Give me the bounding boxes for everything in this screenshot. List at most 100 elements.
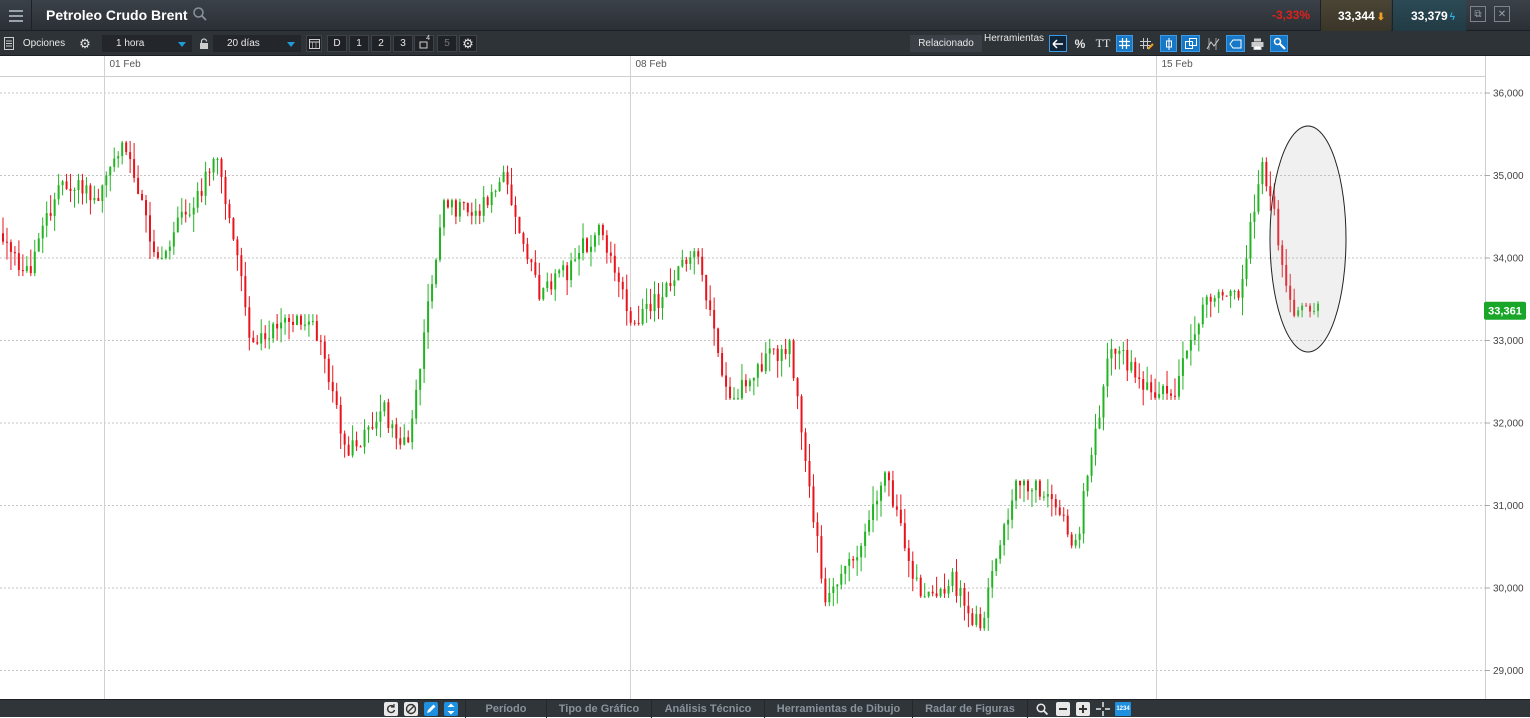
candle-up-body [61,181,64,186]
candle-up-body [180,211,183,218]
candle-down-body [65,181,68,189]
grid-icon[interactable] [1116,35,1133,52]
options-button[interactable]: Opciones [18,35,70,52]
candle-up-body [1257,184,1260,212]
candle-down-body [701,256,704,275]
tab-periodo[interactable]: Período [466,700,547,718]
list-icon[interactable] [3,35,15,52]
candle-down-body [399,438,402,445]
period-d-button[interactable]: D [327,35,347,52]
settings-tools-icon[interactable] [1270,35,1288,52]
candle-up-body [959,588,962,596]
sell-price-button[interactable]: 33,344 ⬇ [1320,0,1391,31]
candle-down-body [1265,161,1268,187]
popout-window-icon[interactable]: ⧉ [1470,6,1486,22]
tab-tipo-de-grafico[interactable]: Tipo de Gráfico [547,700,652,718]
candle-up-body [597,225,600,236]
candle-up-body [383,402,386,412]
candle-up-body [1011,500,1014,520]
candle-up-body [1233,291,1236,292]
candle-up-body [1189,340,1192,351]
related-button[interactable]: Relacionado [910,35,982,52]
period-1-button[interactable]: 1 [349,35,369,52]
candle-up-body [868,519,871,532]
candle-up-body [482,197,485,216]
candle-down-body [248,307,251,338]
candle-up-body [883,472,886,486]
refresh-icon[interactable] [384,702,398,716]
text-tool-button[interactable]: TT [1093,35,1113,52]
candle-up-body [160,258,163,259]
candle-up-body [677,266,680,281]
candle-down-body [1134,362,1137,378]
candle-up-body [109,166,112,176]
scroll-arrows-icon[interactable] [444,702,458,716]
candle-up-body [1217,292,1220,299]
windows-icon[interactable] [1181,35,1200,52]
hamburger-menu-icon[interactable] [0,0,32,31]
candle-up-body [498,182,501,191]
tab-radar-de-figuras[interactable]: Radar de Figuras [913,700,1028,718]
pencil-icon[interactable] [424,702,438,716]
candle-up-body [1094,428,1097,455]
candle-up-body [85,185,88,194]
candle-up-body [661,296,664,308]
candle-down-body [454,200,457,217]
candle-down-body [276,323,279,329]
candle-down-body [979,614,982,629]
period-3-button[interactable]: 3 [393,35,413,52]
crosshair-pencil-icon[interactable] [1137,35,1157,52]
tag-icon[interactable] [1226,35,1245,52]
candle-down-body [1126,350,1129,371]
candle-up-body [117,156,120,159]
tab-herramientas-de-dibujo[interactable]: Herramientas de Dibujo [765,700,913,718]
candle-down-body [760,364,763,372]
candle-up-body [828,593,831,603]
lock-icon[interactable] [197,35,211,52]
zoom-search-icon[interactable] [1035,702,1049,716]
settings-gear-icon[interactable]: ⚙ [459,35,477,52]
candle-up-body [927,591,930,597]
candle-up-body [864,531,867,547]
y-tick-label: 30,000 [1493,584,1524,595]
range-dropdown[interactable]: 20 días [213,35,301,52]
no-entry-icon[interactable] [404,702,418,716]
candle-down-body [407,437,410,443]
candle-up-body [1102,386,1105,418]
candle-up-body [307,321,310,325]
print-icon[interactable] [1248,35,1266,52]
percent-button[interactable]: % [1071,35,1089,52]
candle-up-body [375,421,378,429]
candle-up-body [212,159,215,173]
period-2-button[interactable]: 2 [371,35,391,52]
back-arrow-icon[interactable] [1049,35,1067,52]
candle-down-body [605,235,608,253]
calendar-icon[interactable] [306,35,322,52]
crosshair-icon[interactable] [1096,702,1110,716]
chart-svg[interactable]: 36,000 35,000 34,000 33,000 32,000 31,000 30,0… [0,56,1530,699]
zoom-out-icon[interactable] [1056,702,1070,716]
indicator-icon[interactable] [1204,35,1222,52]
period-4-button[interactable]: 4 [414,35,434,52]
search-icon[interactable] [192,6,208,22]
price-chart[interactable]: 36,000 35,000 34,000 33,000 32,000 31,000 30,0… [0,56,1530,699]
candle-up-body [1030,490,1033,492]
candle-down-body [629,311,632,323]
zoom-in-icon[interactable] [1076,702,1090,716]
period-5-button[interactable]: 5 [437,35,457,52]
candle-up-body [172,232,175,247]
data-values-badge[interactable]: 1234 [1115,702,1131,716]
candle-up-body [856,557,859,561]
candle-down-body [323,341,326,359]
candle-down-body [633,322,636,324]
candle-down-body [725,375,728,387]
candle-up-body [1086,475,1089,492]
tab-analisis-tecnico[interactable]: Análisis Técnico [652,700,765,718]
buy-price-button[interactable]: 33,379 ϟ [1392,0,1466,31]
gear-icon[interactable]: ⚙ [77,35,93,52]
interval-dropdown[interactable]: 1 hora [102,35,192,52]
candle-icon[interactable] [1160,35,1177,52]
candle-down-body [1062,514,1065,516]
tools-label[interactable]: Herramientas [982,33,1046,50]
close-window-icon[interactable]: ✕ [1494,6,1510,22]
